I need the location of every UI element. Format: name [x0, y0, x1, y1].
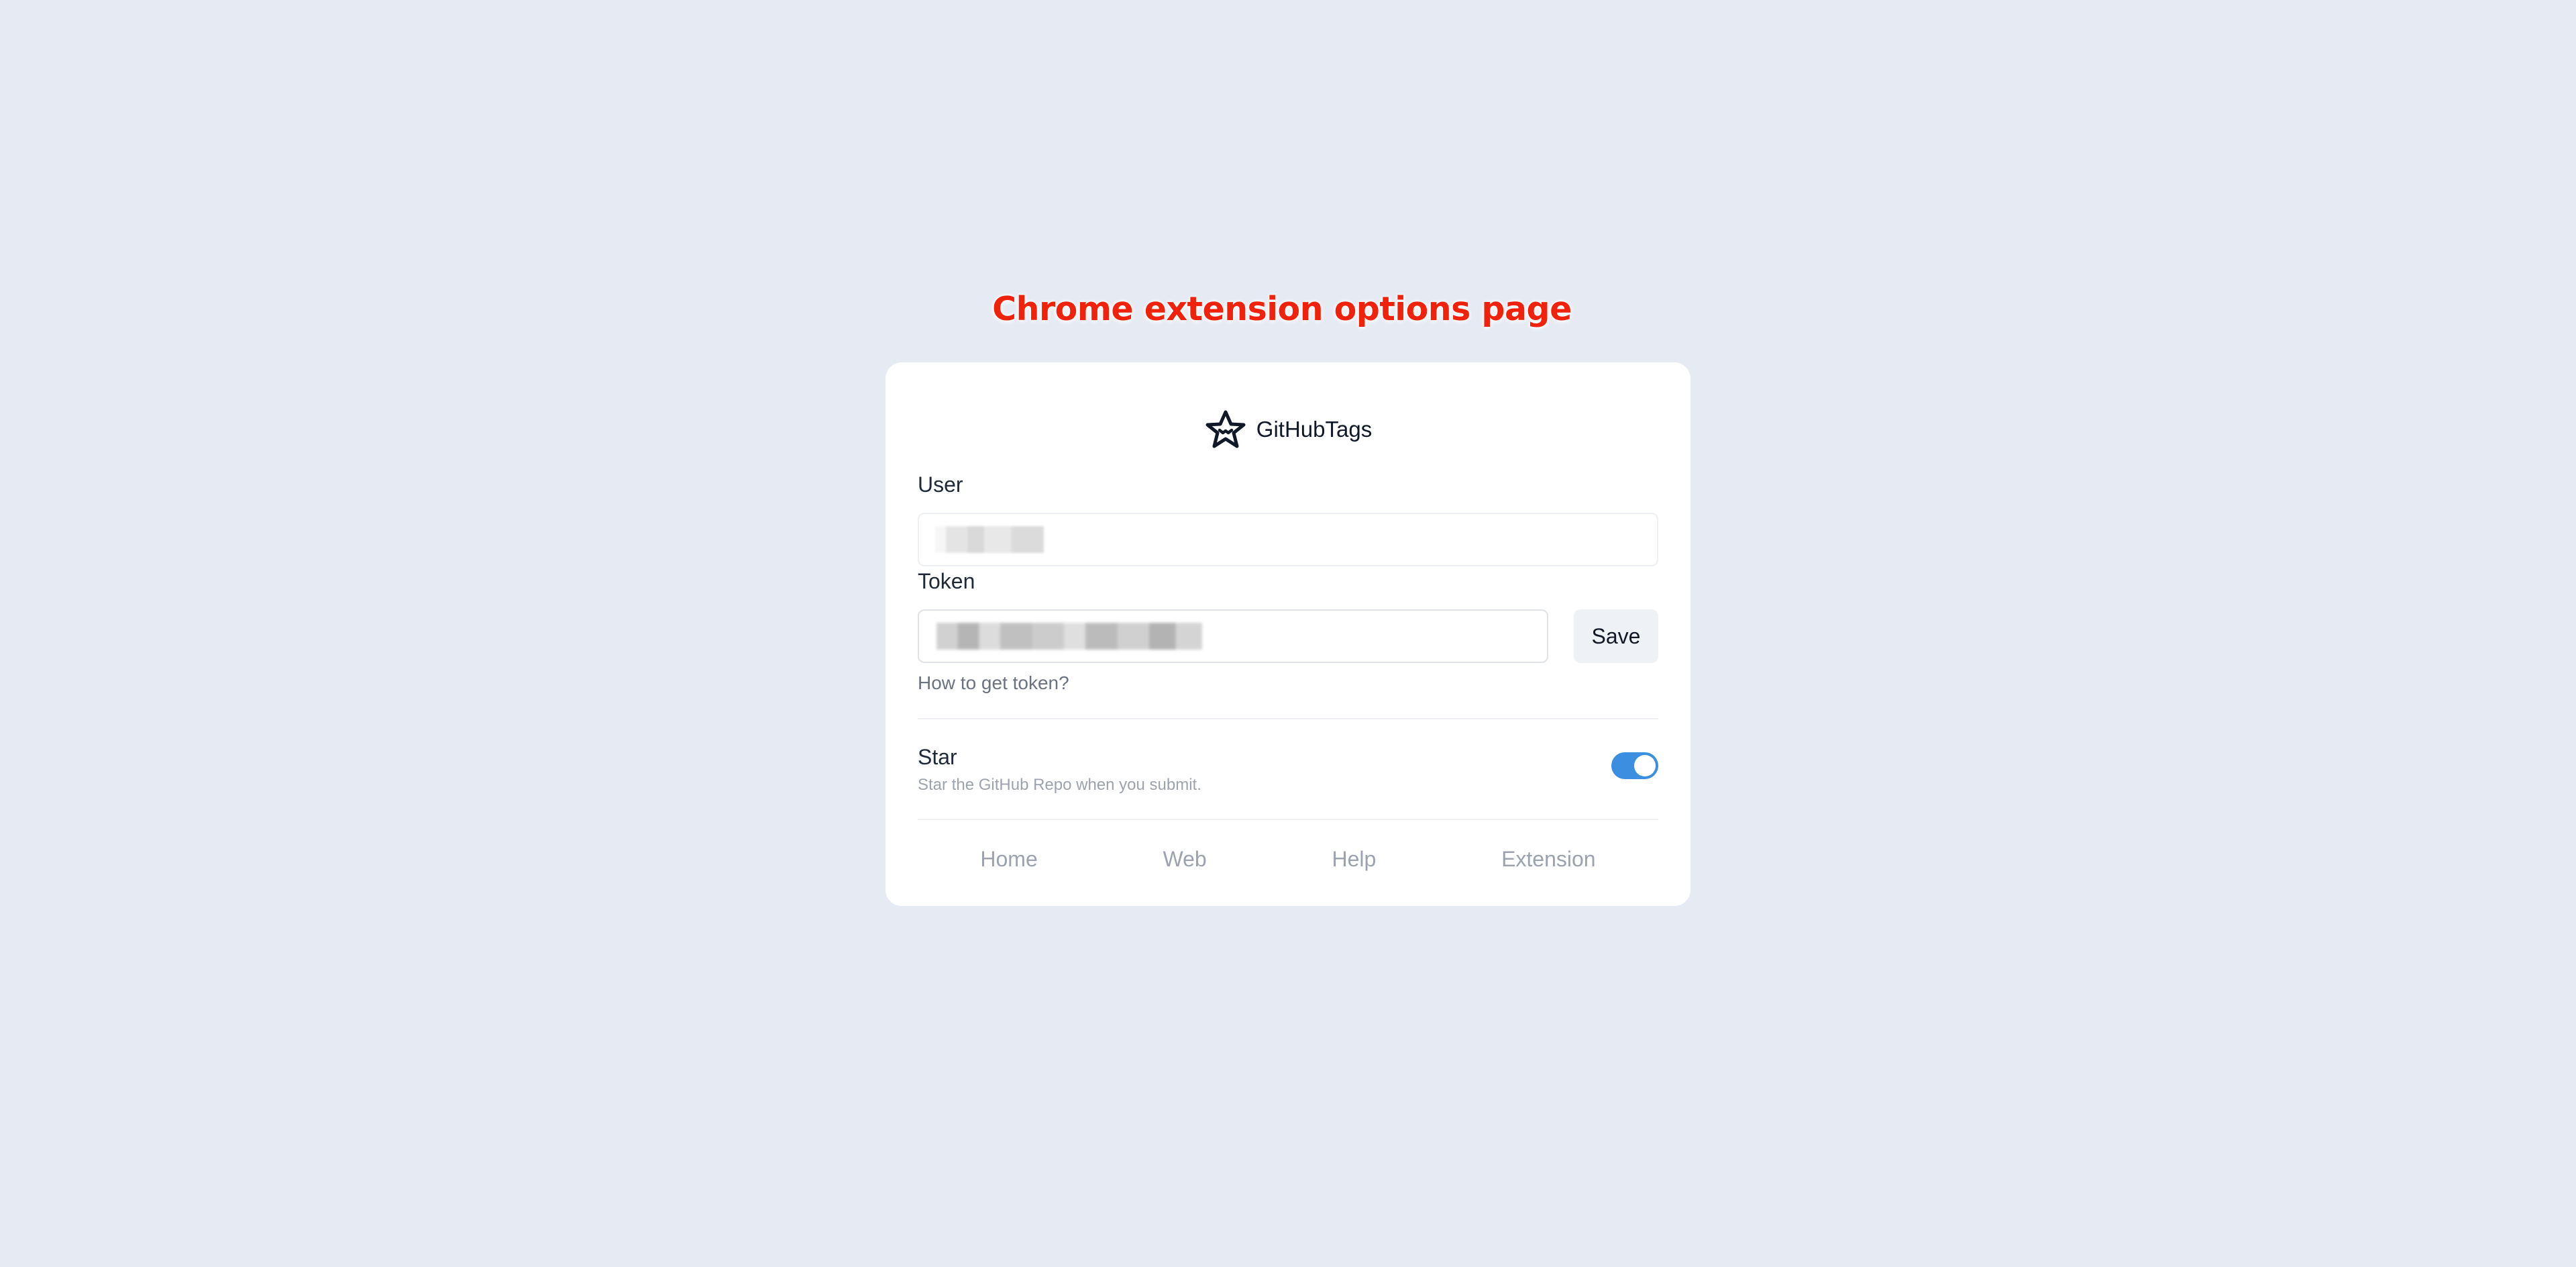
footer-link-help[interactable]: Help [1332, 847, 1376, 872]
footer-link-extension[interactable]: Extension [1501, 847, 1596, 872]
divider [918, 819, 1658, 820]
footer-link-web[interactable]: Web [1163, 847, 1207, 872]
star-setting-description: Star the GitHub Repo when you submit. [918, 776, 1201, 794]
toggle-knob [1634, 755, 1656, 776]
footer-link-home[interactable]: Home [980, 847, 1037, 872]
token-help-link[interactable]: How to get token? [918, 672, 1069, 694]
star-setting-title: Star [918, 745, 957, 769]
user-input[interactable] [918, 513, 1658, 566]
token-label: Token [918, 569, 975, 593]
footer-nav: Home Web Help Extension [918, 844, 1658, 874]
save-button[interactable]: Save [1574, 609, 1658, 663]
user-label: User [918, 472, 963, 497]
brand-name: GitHubTags [1256, 417, 1373, 442]
page-caption: Chrome extension options page [992, 290, 1572, 328]
divider [918, 718, 1658, 719]
token-input[interactable] [918, 609, 1548, 663]
star-toggle[interactable] [1611, 752, 1658, 779]
options-card: GitHubTags User Token Save How to get to… [885, 362, 1690, 906]
star-face-icon [1204, 408, 1247, 451]
brand-header: GitHubTags [885, 406, 1690, 453]
